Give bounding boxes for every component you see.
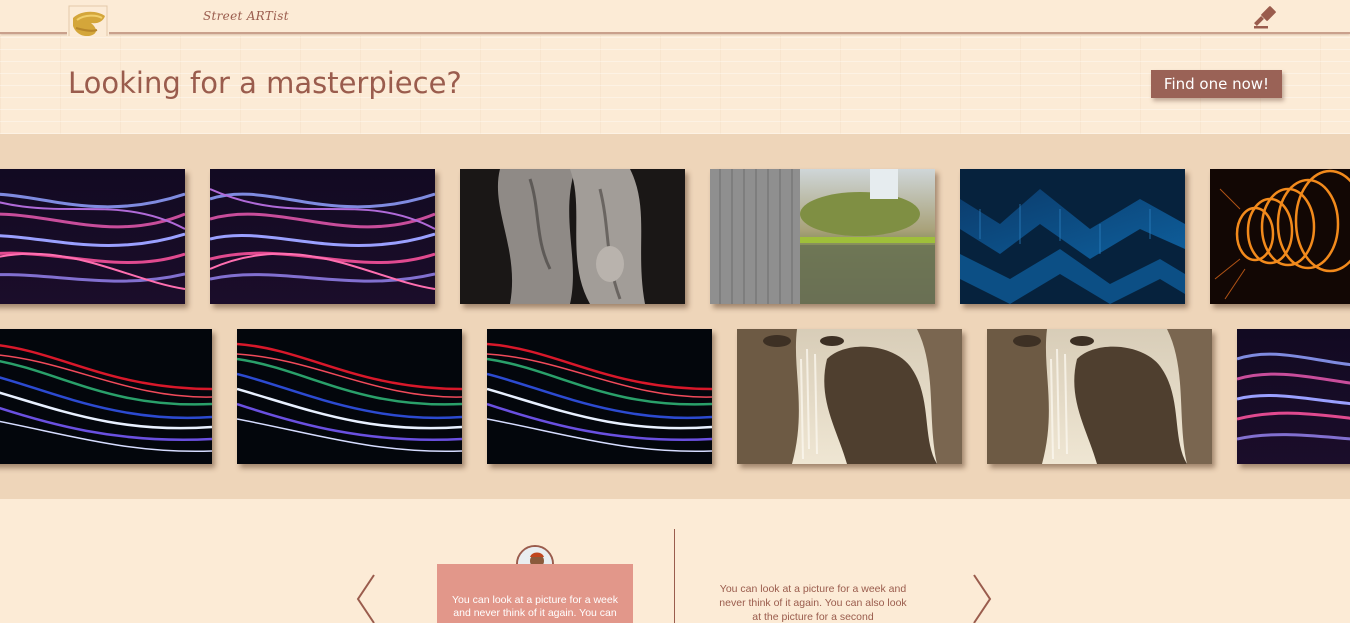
artwork-thumbnail[interactable]: [737, 329, 962, 464]
testimonial-quote: You can look at a picture for a week and…: [719, 583, 907, 623]
waterfall-painting-image: [737, 329, 962, 464]
artwork-thumbnail[interactable]: [960, 169, 1185, 304]
gavel-icon[interactable]: [1252, 4, 1280, 30]
artwork-thumbnail[interactable]: [460, 169, 685, 304]
artwork-thumbnail[interactable]: [487, 329, 712, 464]
artwork-thumbnail[interactable]: [710, 169, 935, 304]
waterfall-painting-image: [987, 329, 1212, 464]
artwork-thumbnail[interactable]: [987, 329, 1212, 464]
testimonials-section: You can look at a picture for a week and…: [0, 499, 1350, 623]
top-nav: Street ARTist: [0, 0, 1350, 42]
artwork-gallery: [0, 134, 1350, 499]
light-trails-image: [0, 329, 212, 464]
artwork-thumbnail[interactable]: [1237, 329, 1350, 464]
artwork-thumbnail[interactable]: [1210, 169, 1350, 304]
hero-title: Looking for a masterpiece?: [68, 66, 462, 100]
testimonial-quote: You can look at a picture for a week and…: [452, 594, 618, 619]
orange-light-spiral-image: [1210, 169, 1350, 304]
chevron-right-icon[interactable]: [972, 573, 994, 623]
light-waves-image: [0, 169, 185, 304]
artwork-thumbnail[interactable]: [210, 169, 435, 304]
reflecting-pool-image: [710, 169, 935, 304]
find-one-now-button[interactable]: Find one now!: [1151, 70, 1282, 98]
chevron-left-icon[interactable]: [354, 573, 376, 623]
marble-statue-image: [460, 169, 685, 304]
light-trails-image: [487, 329, 712, 464]
light-trails-image: [237, 329, 462, 464]
hero-banner: Looking for a masterpiece? Find one now!: [0, 36, 1350, 134]
artwork-thumbnail[interactable]: [0, 329, 212, 464]
divider: [674, 529, 675, 623]
light-waves-image: [210, 169, 435, 304]
artwork-thumbnail[interactable]: [0, 169, 185, 304]
artwork-thumbnail[interactable]: [237, 329, 462, 464]
light-waves-image: [1237, 329, 1350, 464]
blue-wave-sculpture-image: [960, 169, 1185, 304]
testimonial-card: You can look at a picture for a week and…: [437, 564, 633, 623]
brand-name[interactable]: Street ARTist: [203, 9, 289, 23]
